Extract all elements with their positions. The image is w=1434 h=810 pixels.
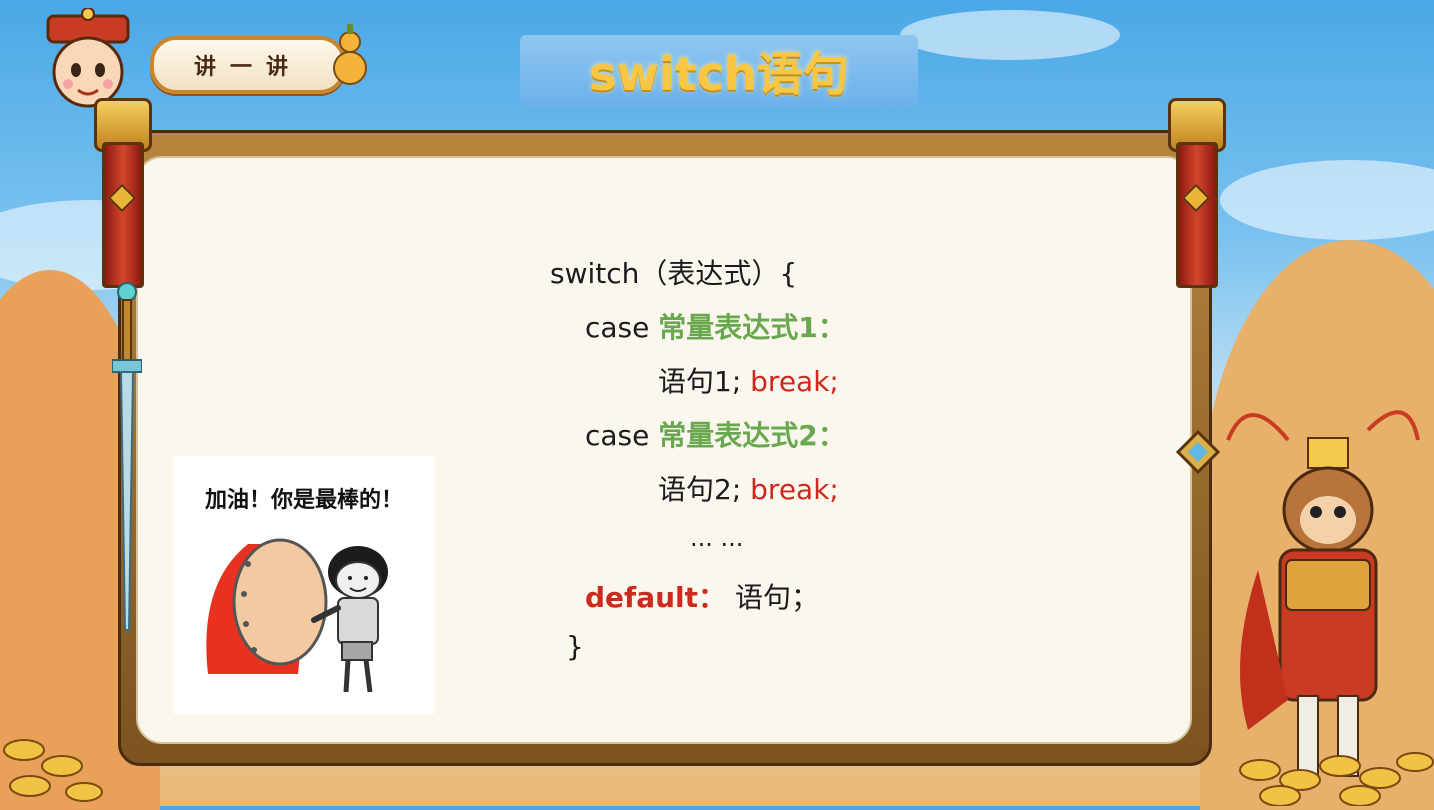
code-stmt2: 语句2; <box>658 473 742 506</box>
code-switch-header: switch（表达式）{ <box>550 257 798 290</box>
header-badge-group: 讲一讲 <box>30 8 367 118</box>
cloud-decoration <box>900 10 1120 60</box>
code-line-stmt1: 语句1; break; <box>658 360 839 400</box>
cloud-decoration <box>1220 160 1434 240</box>
code-stmt1: 语句1; <box>658 365 742 398</box>
code-line-case2: case 常量表达式2： <box>585 414 846 454</box>
code-break2: break; <box>750 473 839 506</box>
code-line-case1: case 常量表达式1： <box>585 306 846 346</box>
code-close-brace: } <box>566 630 584 663</box>
code-break1: break; <box>750 365 839 398</box>
gold-coins-decoration <box>1239 752 1434 806</box>
code-default-keyword: default： <box>585 581 727 614</box>
code-case-keyword: case <box>585 419 650 452</box>
meme-caption: 加油！你是最棒的！ <box>204 488 403 513</box>
code-case-keyword: case <box>585 311 650 344</box>
code-line-stmt2: 语句2; break; <box>658 468 839 508</box>
code-line-close: } <box>566 630 584 663</box>
code-line-default: default： 语句； <box>585 576 819 616</box>
meme-image: 加油！你是最棒的！ <box>174 456 434 714</box>
code-case1-expression: 常量表达式1： <box>658 311 846 344</box>
code-ellipsis: ... ... <box>690 524 744 552</box>
code-line-switch: switch（表达式）{ <box>550 252 797 292</box>
drum-character-illustration <box>206 538 388 693</box>
code-line-ellipsis: ... ... <box>690 524 743 552</box>
right-pillar-decoration <box>1162 98 1226 288</box>
page-title: switch语句 <box>589 47 849 101</box>
sword-icon <box>112 282 142 631</box>
code-case2-expression: 常量表达式2： <box>658 419 846 452</box>
gold-coins-decoration <box>3 739 103 802</box>
title-banner: switch语句 <box>520 35 918 107</box>
section-badge: 讲一讲 <box>150 36 346 94</box>
gourd-icon <box>333 24 367 85</box>
code-default-stmt: 语句； <box>734 581 819 614</box>
frame-gem-icon <box>1176 430 1220 474</box>
left-pillar-decoration <box>88 98 152 288</box>
